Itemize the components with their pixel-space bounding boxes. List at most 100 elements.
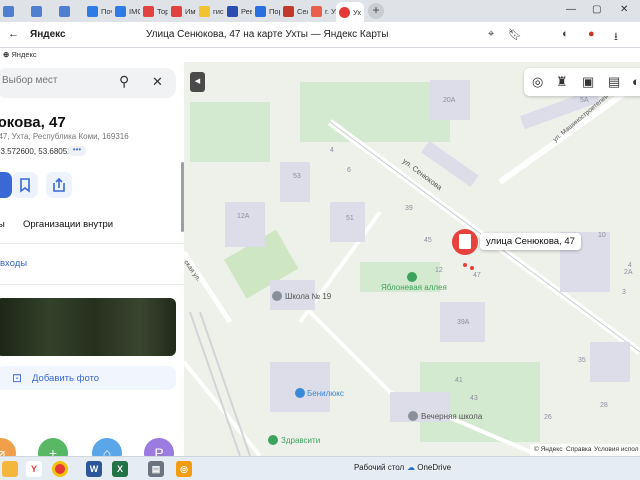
building-number: 4	[330, 147, 334, 154]
coordinates-more-button[interactable]: •••	[68, 146, 86, 156]
search-input[interactable]	[2, 75, 114, 86]
pharmacy-category-button[interactable]: +	[38, 438, 68, 456]
panel-tabs: ы Организации внутри	[0, 214, 184, 234]
building-number: 6	[347, 167, 351, 174]
tab-organizations[interactable]: Организации внутри	[23, 219, 113, 230]
chrome-icon[interactable]	[52, 461, 68, 477]
place-panel: ⚲ ✕ юкова, 47 , 47, Ухта, Республика Ком…	[0, 62, 184, 456]
maximize-window-icon[interactable]: ▢	[592, 4, 601, 15]
bookmark-yandex[interactable]: ⊕ Яндекс	[3, 50, 37, 59]
building-marker-icon	[459, 234, 471, 249]
marker-label[interactable]: улица Сенюкова, 47	[480, 233, 581, 250]
collapse-panel-button[interactable]: ◀	[190, 72, 205, 92]
place-label[interactable]: Школа № 19	[285, 292, 332, 301]
park-area	[190, 102, 270, 162]
park-area	[300, 82, 450, 142]
share-button[interactable]	[46, 172, 72, 198]
parking-category-button[interactable]: P	[144, 438, 174, 456]
building-number: 10	[598, 232, 606, 239]
camera-icon[interactable]: ▣	[582, 74, 594, 90]
place-label[interactable]: Здравсити	[281, 436, 320, 445]
tab[interactable]: г. Ух	[308, 2, 336, 20]
back-arrow-icon[interactable]: ←	[8, 28, 19, 40]
search-icon[interactable]: ⚲	[119, 73, 129, 90]
excel-icon[interactable]: X	[112, 461, 128, 477]
tab[interactable]: Пор	[252, 2, 280, 20]
address-subtitle: , 47, Ухта, Республика Коми, 169316	[0, 132, 129, 141]
building-number: 43	[470, 395, 478, 402]
tab[interactable]: IMC	[112, 2, 140, 20]
tab[interactable]	[56, 2, 84, 20]
camera-plus-icon: ⊡	[12, 371, 23, 385]
new-tab-button[interactable]: +	[368, 3, 384, 19]
close-icon[interactable]: ✕	[152, 74, 163, 90]
extension-icon[interactable]: ●	[588, 28, 595, 40]
tab-favicon-icon	[171, 5, 182, 17]
building	[225, 202, 265, 247]
building	[270, 362, 330, 412]
food-category-button[interactable]: ⌀	[0, 438, 16, 456]
transport-icon[interactable]: ▤	[608, 74, 620, 90]
onedrive-label[interactable]: ☁ OneDrive	[407, 463, 451, 472]
page-title[interactable]: Улица Сенюкова, 47 на карте Ухты — Яндек…	[146, 29, 388, 40]
tab-favicon-icon	[87, 5, 98, 17]
tab[interactable]	[28, 2, 56, 20]
building-number: 28	[600, 402, 608, 409]
tab[interactable]: Иму	[168, 2, 196, 20]
panel-scrollbar[interactable]	[181, 162, 184, 232]
map-tools: ◎ ♜ ▣ ▤ ◐	[524, 68, 640, 96]
place-label[interactable]: Бенилюкс	[307, 389, 344, 398]
building-number: 41	[455, 377, 463, 384]
app-icon[interactable]: ▤	[148, 461, 164, 477]
bookmark-button[interactable]	[12, 172, 38, 198]
railway	[189, 311, 241, 456]
bookmark-icon[interactable]: 🔖︎	[508, 28, 522, 41]
place-photo[interactable]	[0, 298, 176, 356]
share-icon	[53, 177, 65, 192]
explorer-icon[interactable]	[2, 461, 18, 477]
building-number: 4	[628, 262, 632, 269]
bookmark-icon	[20, 178, 30, 193]
tab-overview[interactable]: ы	[0, 219, 5, 230]
tab[interactable]: гис	[196, 2, 224, 20]
minimize-window-icon[interactable]: —	[566, 4, 576, 15]
tab[interactable]: Сел	[280, 2, 308, 20]
tab[interactable]: Рев	[224, 2, 252, 20]
close-window-icon[interactable]: ✕	[620, 4, 628, 15]
tab-active[interactable]: Ух✕	[336, 2, 364, 22]
add-photo-button[interactable]: ⊡ Добавить фото	[0, 366, 176, 390]
panorama-icon[interactable]: ♜	[556, 74, 568, 90]
place-label[interactable]: Вечерняя школа	[421, 412, 483, 421]
building-number: 53	[293, 173, 301, 180]
route-button[interactable]	[0, 172, 12, 198]
map-pin-favicon-icon	[339, 6, 350, 18]
address-title: юкова, 47	[0, 114, 66, 131]
entrances-link[interactable]: входы	[0, 258, 27, 269]
address-bar: ← Яндекс Улица Сенюкова, 47 на карте Ухт…	[0, 22, 640, 48]
yandex-brand[interactable]: Яндекс	[30, 29, 66, 40]
building-number: 35	[578, 357, 586, 364]
protect-icon[interactable]: ◐	[562, 28, 569, 40]
desktop-label[interactable]: Рабочий стол	[354, 463, 404, 472]
tab-favicon-icon	[59, 5, 70, 17]
tab-favicon-icon	[199, 5, 210, 17]
download-icon[interactable]: ⭳	[614, 28, 618, 47]
traffic-icon[interactable]: ◐	[632, 74, 640, 89]
location-icon[interactable]: ⌖	[488, 28, 494, 41]
tab-favicon-icon	[283, 5, 294, 17]
tab[interactable]	[0, 2, 28, 20]
shop-category-button[interactable]: ⌂	[92, 438, 122, 456]
tab-favicon-icon	[227, 5, 238, 17]
layers-icon[interactable]: ◎	[532, 74, 543, 90]
word-icon[interactable]: W	[86, 461, 102, 477]
shop-icon	[295, 388, 305, 398]
building-number: 20А	[443, 97, 456, 104]
building-number: 3	[622, 289, 626, 296]
tab[interactable]: Тор	[140, 2, 168, 20]
app-icon[interactable]: ◎	[176, 461, 192, 477]
tab[interactable]: Поч	[84, 2, 112, 20]
coordinates[interactable]: 63.572600, 53.680510	[0, 147, 76, 156]
school-icon	[408, 411, 418, 421]
place-label[interactable]: Яблоневая аллея	[381, 283, 447, 292]
yandex-browser-icon[interactable]: Y	[26, 461, 42, 477]
